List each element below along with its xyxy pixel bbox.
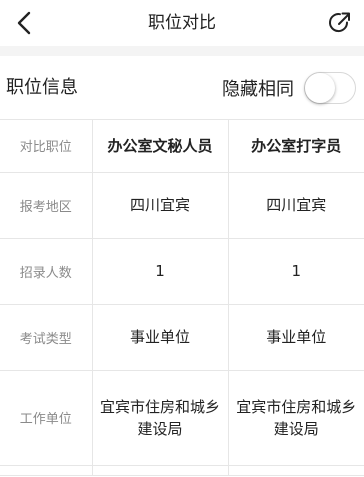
row-label: 报考地区	[0, 172, 93, 239]
row-value-b: 四川宜宾	[228, 172, 364, 239]
table-row: 工作单位 宜宾市住房和城乡建设局 宜宾市住房和城乡建设局	[0, 370, 364, 466]
row-label: 招录人数	[0, 238, 93, 305]
hide-same-label: 隐藏相同	[222, 79, 294, 100]
row-value-b: 宜宾市住房和城乡建设局	[228, 370, 364, 466]
hide-same-toggle[interactable]	[304, 72, 356, 104]
row-label: 考试类型	[0, 304, 93, 371]
row-label: 工作单位	[0, 370, 93, 466]
row-value-a: 宜宾市住房和城乡建设局	[92, 370, 229, 466]
table-row: 考试类型 事业单位 事业单位	[0, 304, 364, 371]
row-value-a: 1	[92, 238, 229, 305]
row-value-a: 四川宜宾	[92, 172, 229, 239]
comparison-table: 对比职位 办公室文秘人员 办公室打字员 报考地区 四川宜宾 四川宜宾 招录人数 …	[0, 120, 364, 476]
position-b-name: 办公室打字员	[228, 120, 364, 173]
row-value-a: 事业单位	[92, 304, 229, 371]
table-row: 报考地区 四川宜宾 四川宜宾	[0, 172, 364, 239]
share-button[interactable]	[324, 7, 356, 39]
toggle-knob	[305, 73, 335, 103]
section-title: 职位信息	[6, 77, 78, 98]
table-row: 招录人数 1 1	[0, 238, 364, 305]
table-header-row: 对比职位 办公室文秘人员 办公室打字员	[0, 120, 364, 173]
hide-same-control: 隐藏相同	[222, 70, 356, 106]
page-title: 职位对比	[148, 13, 216, 33]
share-icon	[329, 12, 350, 33]
row-value-b: 事业单位	[228, 304, 364, 371]
table-row-partial	[0, 465, 364, 476]
section-header: 职位信息 隐藏相同	[0, 56, 364, 120]
nav-bar: 职位对比	[0, 0, 364, 46]
position-a-name: 办公室文秘人员	[92, 120, 229, 173]
section-gap	[0, 46, 364, 56]
header-label: 对比职位	[0, 120, 93, 173]
row-value-b: 1	[228, 238, 364, 305]
